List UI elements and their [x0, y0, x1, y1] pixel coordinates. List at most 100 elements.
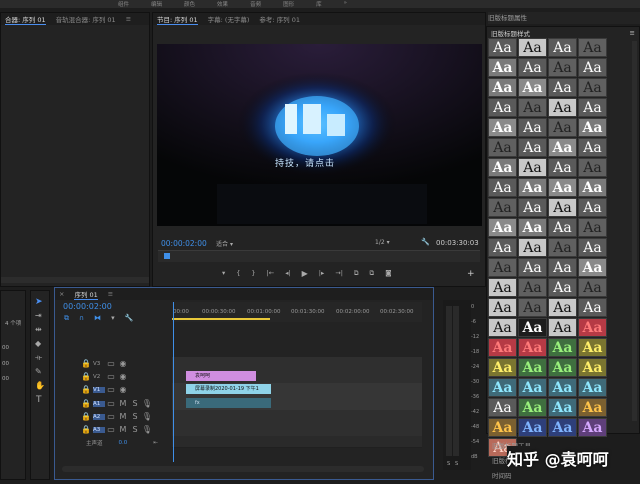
- sync-lock-icon[interactable]: ▭: [105, 385, 117, 394]
- export-frame-icon[interactable]: ◙: [385, 269, 391, 278]
- title-style-swatch[interactable]: Aa: [518, 118, 547, 137]
- title-style-swatch[interactable]: Aa: [488, 138, 517, 157]
- menu-item-effects[interactable]: 效果: [217, 0, 228, 8]
- eye-icon[interactable]: ◉: [117, 385, 129, 394]
- tab-program[interactable]: 节目: 序列 01: [157, 14, 198, 25]
- play-icon[interactable]: ▶: [302, 269, 308, 278]
- track-v3-area[interactable]: [172, 357, 422, 371]
- meter-solo-button[interactable]: S: [455, 461, 458, 467]
- title-style-swatch[interactable]: Aa: [488, 158, 517, 177]
- resolution-dropdown[interactable]: 1/2 ▾: [375, 239, 390, 246]
- title-style-swatch[interactable]: Aa: [548, 258, 577, 277]
- title-style-swatch[interactable]: Aa: [518, 338, 547, 357]
- track-select-tool-icon[interactable]: ⇥: [35, 311, 42, 320]
- title-style-swatch[interactable]: Aa: [488, 298, 517, 317]
- add-marker-icon[interactable]: ▾: [111, 314, 115, 323]
- menu-item-assembly[interactable]: 组件: [118, 0, 129, 8]
- title-style-swatch[interactable]: Aa: [488, 318, 517, 337]
- title-style-swatch[interactable]: Aa: [488, 58, 517, 77]
- title-style-swatch[interactable]: Aa: [518, 398, 547, 417]
- title-style-swatch[interactable]: Aa: [518, 418, 547, 437]
- track-header-master[interactable]: 主声道 0.0 ⇤: [60, 436, 172, 449]
- title-style-swatch[interactable]: Aa: [488, 238, 517, 257]
- title-style-swatch[interactable]: Aa: [578, 118, 607, 137]
- type-tool-icon[interactable]: T: [36, 395, 42, 405]
- timeline-playhead[interactable]: [173, 302, 174, 462]
- title-style-swatch[interactable]: Aa: [578, 138, 607, 157]
- video-clip[interactable]: 屏幕录制2020-01-19 下午1: [186, 384, 271, 394]
- lock-icon[interactable]: 🔒: [80, 425, 92, 434]
- title-style-swatch[interactable]: Aa: [578, 398, 607, 417]
- button-editor-icon[interactable]: +: [467, 269, 475, 279]
- mute-button[interactable]: M: [117, 399, 129, 408]
- title-style-swatch[interactable]: Aa: [518, 198, 547, 217]
- title-style-swatch[interactable]: Aa: [548, 158, 577, 177]
- title-style-swatch[interactable]: Aa: [548, 78, 577, 97]
- title-style-swatch[interactable]: Aa: [518, 238, 547, 257]
- panel-menu-icon[interactable]: ≡: [108, 290, 113, 298]
- microphone-icon[interactable]: 🎙: [141, 425, 153, 434]
- lock-icon[interactable]: 🔒: [80, 372, 92, 381]
- track-master-area[interactable]: [172, 436, 422, 448]
- track-header-v2[interactable]: 🔒 V2 ▭ ◉: [60, 370, 172, 383]
- tab-audio-track-mixer[interactable]: 音轨混合器: 序列 01: [56, 14, 116, 24]
- title-style-swatch[interactable]: Aa: [488, 278, 517, 297]
- title-style-swatch[interactable]: Aa: [488, 398, 517, 417]
- settings-wrench-icon[interactable]: 🔧: [125, 314, 134, 323]
- title-style-swatch[interactable]: Aa: [548, 318, 577, 337]
- playhead-marker[interactable]: [164, 253, 170, 259]
- title-style-swatch[interactable]: Aa: [488, 98, 517, 117]
- menu-item-color[interactable]: 颜色: [184, 0, 195, 8]
- program-preview-frame[interactable]: 持技，请点击: [157, 44, 482, 226]
- go-to-end-icon[interactable]: ⇤: [153, 440, 158, 446]
- timecode-tab[interactable]: 时间码: [492, 470, 512, 480]
- title-style-swatch[interactable]: Aa: [518, 178, 547, 197]
- title-style-swatch[interactable]: Aa: [578, 338, 607, 357]
- title-style-swatch[interactable]: Aa: [518, 78, 547, 97]
- title-style-swatch[interactable]: Aa: [548, 418, 577, 437]
- lock-icon[interactable]: 🔒: [80, 359, 92, 368]
- title-style-swatch[interactable]: Aa: [548, 378, 577, 397]
- menu-item-editing[interactable]: 编辑: [151, 0, 162, 8]
- title-style-swatch[interactable]: Aa: [518, 298, 547, 317]
- snap-icon[interactable]: ∩: [79, 314, 84, 323]
- title-style-swatch[interactable]: Aa: [578, 418, 607, 437]
- title-style-swatch[interactable]: Aa: [518, 378, 547, 397]
- program-current-time[interactable]: 00:00:02:00: [161, 239, 207, 248]
- linked-selection-icon[interactable]: ⧓: [94, 314, 101, 323]
- title-style-swatch[interactable]: Aa: [578, 358, 607, 377]
- title-style-swatch[interactable]: Aa: [518, 318, 547, 337]
- title-style-swatch[interactable]: Aa: [518, 58, 547, 77]
- sync-lock-icon[interactable]: ▭: [105, 359, 117, 368]
- title-style-swatch[interactable]: Aa: [488, 178, 517, 197]
- source-scrollbar[interactable]: [1, 277, 149, 283]
- title-style-swatch[interactable]: Aa: [578, 218, 607, 237]
- lock-icon[interactable]: 🔒: [80, 412, 92, 421]
- solo-button[interactable]: S: [129, 399, 141, 408]
- eye-icon[interactable]: ◉: [117, 372, 129, 381]
- microphone-icon[interactable]: 🎙: [141, 399, 153, 408]
- track-header-v1[interactable]: 🔒 V1 ▭ ◉: [60, 383, 172, 396]
- sync-lock-icon[interactable]: ▭: [105, 399, 117, 408]
- ripple-edit-tool-icon[interactable]: ⇹: [35, 325, 42, 334]
- tab-sequence[interactable]: 序列 01: [74, 289, 98, 300]
- title-style-swatch[interactable]: Aa: [488, 78, 517, 97]
- program-time-ruler[interactable]: [158, 250, 480, 262]
- title-style-swatch[interactable]: Aa: [578, 198, 607, 217]
- mute-button[interactable]: M: [117, 412, 129, 421]
- title-style-swatch[interactable]: Aa: [548, 118, 577, 137]
- tab-source-mixer[interactable]: 合器: 序列 01: [5, 14, 46, 25]
- title-style-swatch[interactable]: Aa: [488, 118, 517, 137]
- title-style-swatch[interactable]: Aa: [488, 218, 517, 237]
- slip-tool-icon[interactable]: ⟛: [35, 353, 42, 363]
- go-to-out-icon[interactable]: →|: [335, 269, 343, 278]
- wrench-icon[interactable]: 🔧: [421, 238, 430, 246]
- add-marker-icon[interactable]: ▾: [222, 269, 225, 278]
- title-style-swatch[interactable]: Aa: [548, 98, 577, 117]
- title-style-swatch[interactable]: Aa: [518, 38, 547, 57]
- track-header-a1[interactable]: 🔒 A1 ▭ M S 🎙: [60, 397, 172, 410]
- title-style-swatch[interactable]: Aa: [488, 258, 517, 277]
- title-style-swatch[interactable]: Aa: [488, 418, 517, 437]
- title-style-swatch[interactable]: Aa: [518, 258, 547, 277]
- tab-reference[interactable]: 参考: 序列 01: [259, 14, 300, 24]
